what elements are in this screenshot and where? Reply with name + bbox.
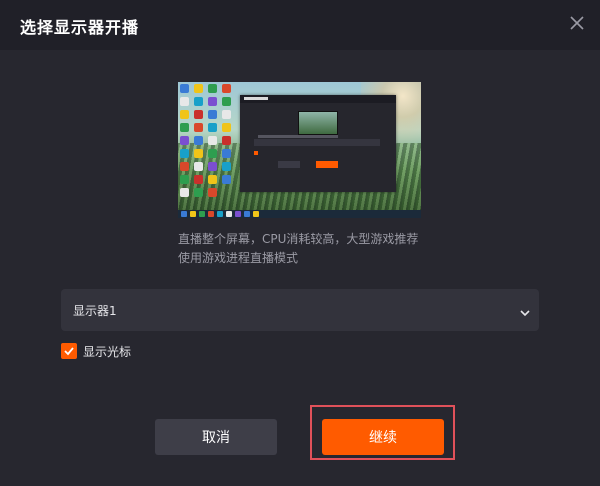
preview-mini-dialog <box>240 95 396 192</box>
dialog-title: 选择显示器开播 <box>20 18 140 37</box>
chevron-down-icon <box>519 304 531 317</box>
desktop-icons <box>180 84 238 210</box>
monitor-select-dialog: 选择显示器开播 直播整个屏幕，CPU消耗较高，大型游戏推荐使用游戏进程直播模式 … <box>0 0 600 486</box>
screen-preview-image <box>178 82 421 218</box>
show-cursor-label: 显示光标 <box>83 344 132 359</box>
show-cursor-option[interactable]: 显示光标 <box>61 342 131 360</box>
continue-button[interactable]: 继续 <box>322 419 444 455</box>
cancel-button[interactable]: 取消 <box>155 419 277 455</box>
preview-taskbar <box>178 210 421 218</box>
dialog-header: 选择显示器开播 <box>0 0 600 50</box>
checkmark-icon <box>64 347 74 356</box>
monitor-select-value: 显示器1 <box>73 304 117 318</box>
mode-description: 直播整个屏幕，CPU消耗较高，大型游戏推荐使用游戏进程直播模式 <box>178 232 419 265</box>
monitor-select[interactable]: 显示器1 <box>61 289 539 331</box>
show-cursor-checkbox[interactable] <box>61 343 77 359</box>
close-icon[interactable] <box>568 14 586 32</box>
